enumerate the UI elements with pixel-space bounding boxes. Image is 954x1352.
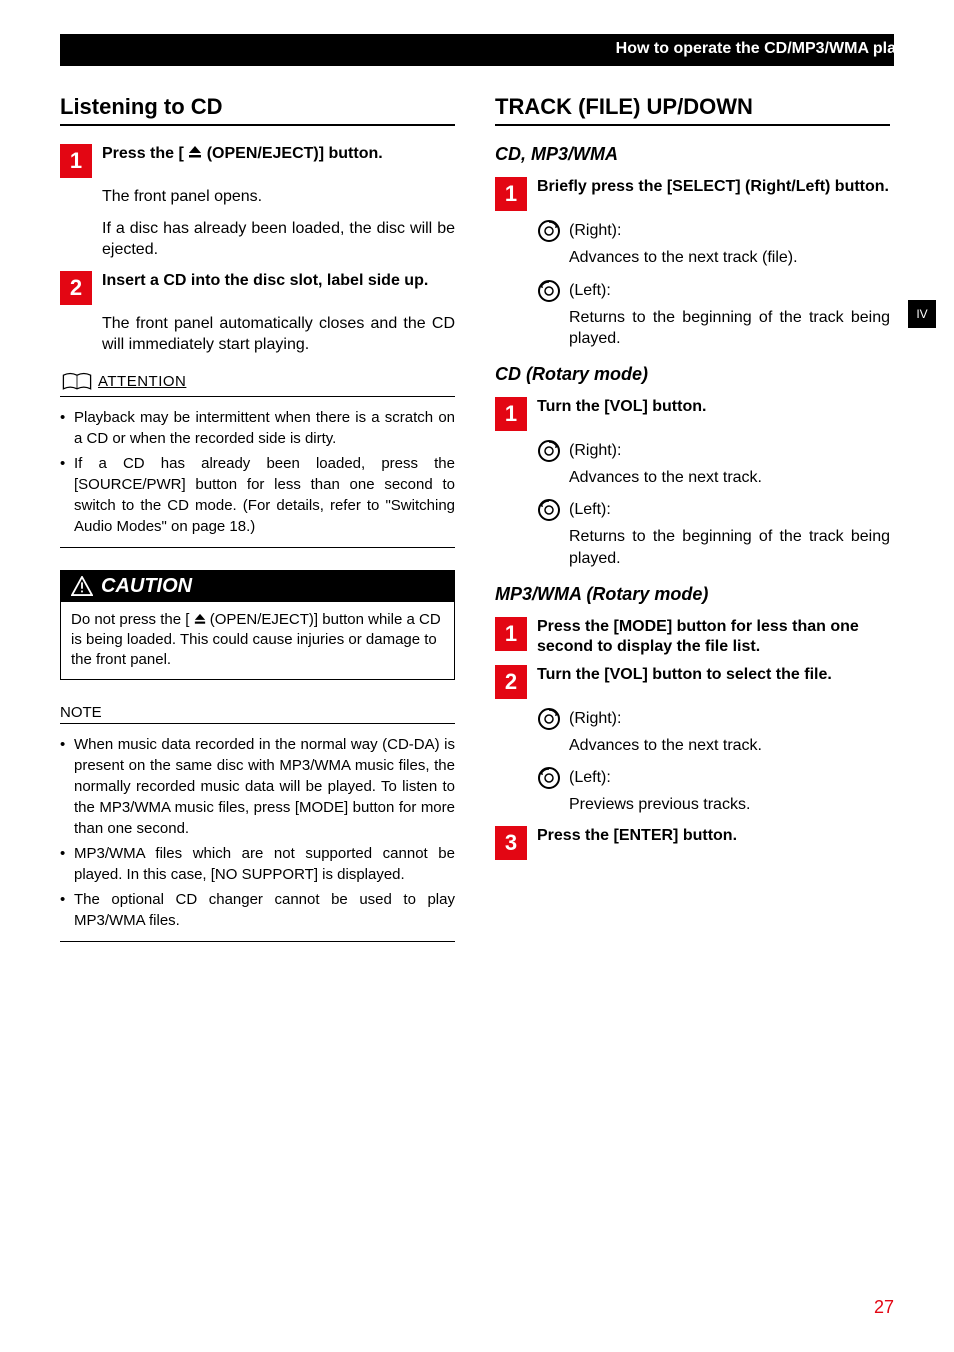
right-label: (Right): [569,442,621,460]
right-label: (Right): [569,222,621,240]
knob-left-icon [537,279,561,303]
step-text: Turn the [VOL] button to select the file… [537,665,890,685]
step-number: 1 [60,144,92,178]
note-heading: NOTE [60,704,455,724]
step-1: 1 Press the [ (OPEN/EJECT)] button. [60,144,455,178]
left-body: Previews previous tracks. [569,794,890,816]
book-icon [60,370,94,394]
step1-body-b: If a disc has already been loaded, the d… [102,218,455,261]
knob-right-icon [537,439,561,463]
note-item: When music data recorded in the normal w… [60,734,455,839]
subsection-mp3-wma-rotary: MP3/WMA (Rotary mode) [495,584,890,605]
note-item: The optional CD changer cannot be used t… [60,889,455,931]
eject-icon [194,613,206,625]
right-body: Advances to the next track. [569,467,890,489]
step-2: 2 Turn the [VOL] button to select the fi… [495,665,890,699]
knob-right-line: (Right): [537,439,890,463]
header-title: How to operate the CD/MP3/WMA player [60,34,930,58]
rule [60,547,455,548]
right-column: TRACK (FILE) UP/DOWN CD, MP3/WMA 1 Brief… [495,94,890,942]
step-1: 1 Briefly press the [SELECT] (Right/Left… [495,177,890,211]
knob-left-icon [537,498,561,522]
knob-right-line: (Right): [537,707,890,731]
right-body: Advances to the next track. [569,735,890,757]
step2-body: The front panel automatically closes and… [102,313,455,356]
left-body: Returns to the beginning of the track be… [569,526,890,569]
attention-heading: ATTENTION [60,370,455,397]
step-text: Press the [MODE] button for less than on… [537,617,890,657]
left-label: (Left): [569,282,611,300]
step-text: Press the [ (OPEN/EJECT)] button. [102,144,455,164]
caution-text-a: Do not press the [ [71,611,194,628]
eject-icon [188,145,202,159]
left-column: Listening to CD 1 Press the [ (OPEN/EJEC… [60,94,455,942]
knob-left-line: (Left): [537,766,890,790]
rule [60,941,455,942]
right-label: (Right): [569,710,621,728]
attention-item: Playback may be intermittent when there … [60,407,455,449]
right-body: Advances to the next track (file). [569,247,890,269]
caution-heading: CAUTION [61,571,454,602]
step-text: Turn the [VOL] button. [537,397,890,417]
step-text: Briefly press the [SELECT] (Right/Left) … [537,177,890,197]
step-number: 1 [495,397,527,431]
step-3: 3 Press the [ENTER] button. [495,826,890,860]
knob-left-icon [537,766,561,790]
knob-left-line: (Left): [537,498,890,522]
step-number: 2 [60,271,92,305]
step-number: 1 [495,617,527,651]
left-label: (Left): [569,769,611,787]
subsection-cd-rotary: CD (Rotary mode) [495,364,890,385]
step-2: 2 Insert a CD into the disc slot, label … [60,271,455,305]
left-body: Returns to the beginning of the track be… [569,307,890,350]
note-item: MP3/WMA files which are not supported ca… [60,843,455,885]
step1-body-a: The front panel opens. [102,186,455,208]
knob-left-line: (Left): [537,279,890,303]
knob-right-line: (Right): [537,219,890,243]
step-number: 2 [495,665,527,699]
caution-body: Do not press the [ (OPEN/EJECT)] button … [61,602,454,679]
header-bar: How to operate the CD/MP3/WMA player [60,34,894,66]
step1-text-b: (OPEN/EJECT)] button. [202,145,382,162]
attention-label: ATTENTION [98,373,186,390]
step-1: 1 Turn the [VOL] button. [495,397,890,431]
step-number: 1 [495,177,527,211]
step-number: 3 [495,826,527,860]
knob-right-icon [537,707,561,731]
warning-triangle-icon [71,576,93,596]
note-list: When music data recorded in the normal w… [60,734,455,931]
attention-list: Playback may be intermittent when there … [60,407,455,537]
section-track-up-down: TRACK (FILE) UP/DOWN [495,94,890,126]
section-listening-to-cd: Listening to CD [60,94,455,126]
subsection-cd-mp3-wma: CD, MP3/WMA [495,144,890,165]
step-text: Insert a CD into the disc slot, label si… [102,271,455,291]
knob-right-icon [537,219,561,243]
page-number: 27 [874,1297,894,1318]
left-label: (Left): [569,501,611,519]
attention-item: If a CD has already been loaded, press t… [60,453,455,537]
step-1: 1 Press the [MODE] button for less than … [495,617,890,657]
caution-label: CAUTION [101,575,192,598]
step1-text-a: Press the [ [102,145,188,162]
chapter-tab: IV [908,300,936,328]
caution-box: CAUTION Do not press the [ (OPEN/EJECT)]… [60,570,455,680]
step-text: Press the [ENTER] button. [537,826,890,846]
